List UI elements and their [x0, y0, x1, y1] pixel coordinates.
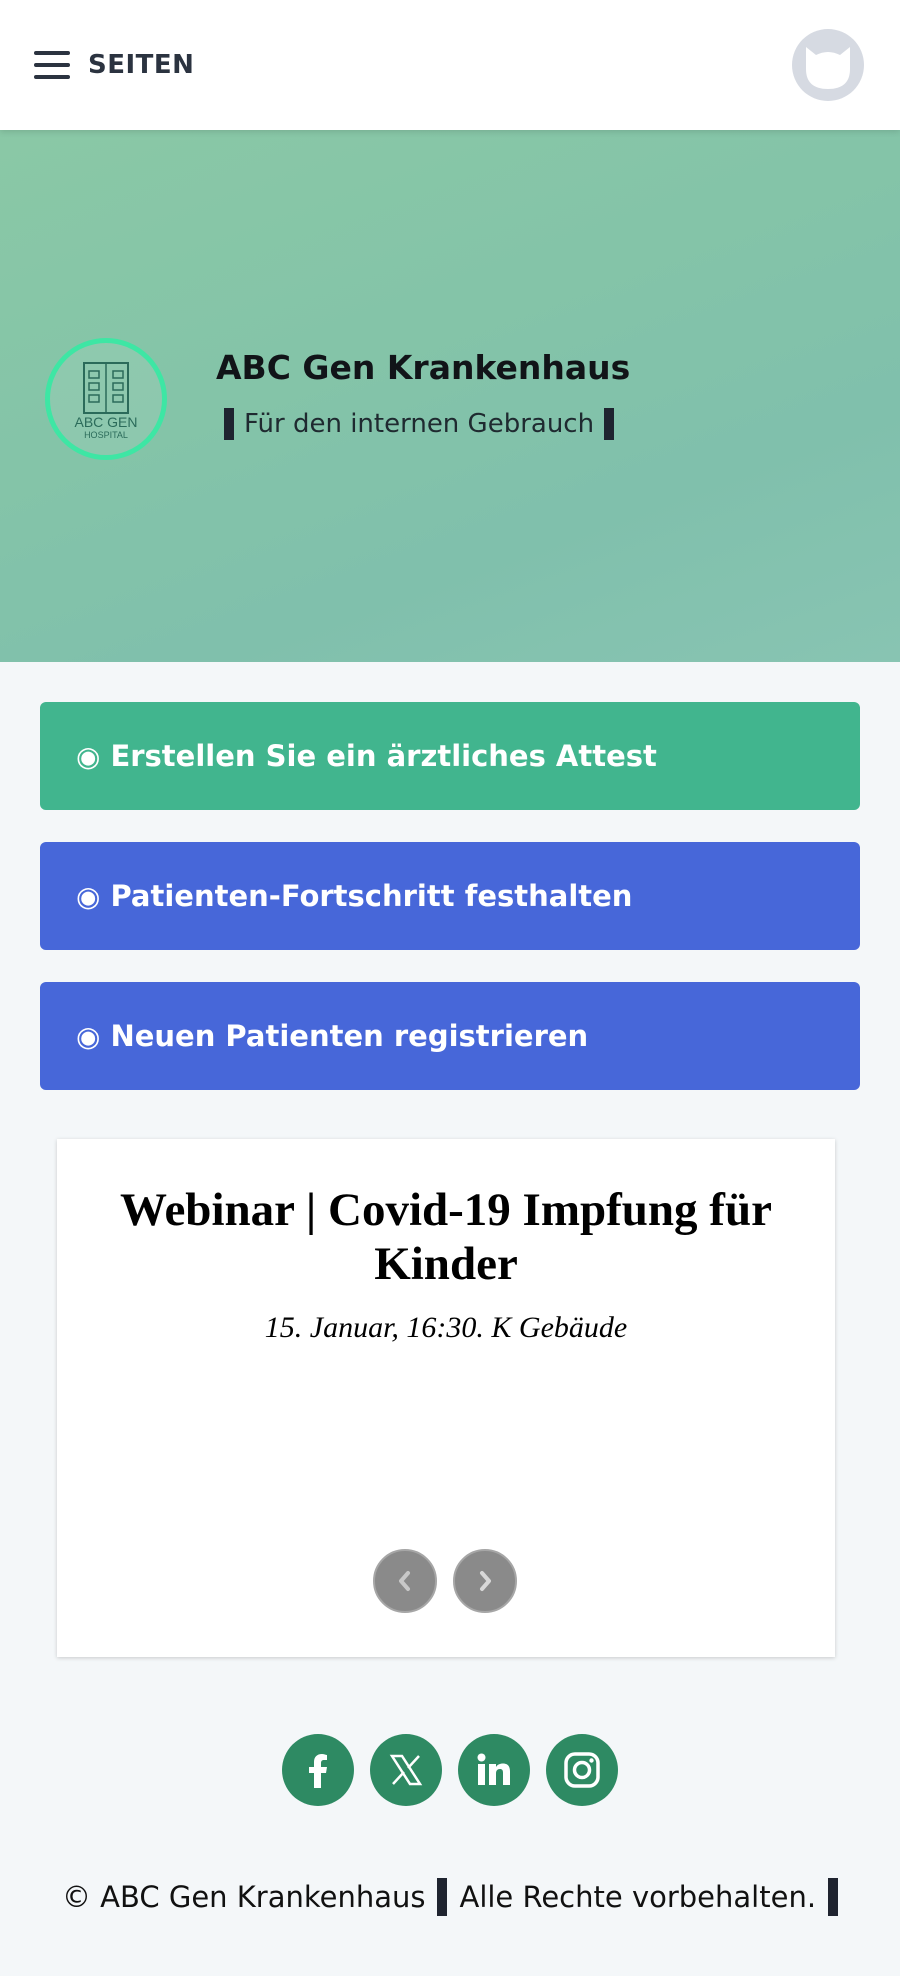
- create-certificate-label: Erstellen Sie ein ärztliches Attest: [110, 739, 657, 773]
- chevron-right-icon: [480, 1571, 491, 1591]
- create-certificate-button[interactable]: ◉ Erstellen Sie ein ärztliches Attest: [40, 702, 860, 810]
- hospital-building-icon: ABC GEN HOSPITAL: [74, 362, 138, 440]
- chevron-left-icon: [399, 1571, 410, 1591]
- footer-bar-right: [828, 1878, 839, 1916]
- instagram-link[interactable]: [546, 1734, 618, 1806]
- radio-dot-icon: ◉: [76, 879, 101, 913]
- facebook-link[interactable]: [282, 1734, 354, 1806]
- record-progress-label: Patienten-Fortschritt festhalten: [110, 879, 633, 913]
- radio-dot-icon: ◉: [76, 739, 101, 773]
- event-title: Webinar | Covid-19 Impfung für Kinder: [120, 1184, 772, 1290]
- hospital-title: ABC Gen Krankenhaus: [216, 348, 631, 387]
- hamburger-icon: [34, 51, 70, 79]
- linkedin-icon: [477, 1753, 510, 1785]
- facebook-icon: [309, 1754, 327, 1788]
- footer-copyright: © ABC Gen Krankenhaus: [61, 1880, 426, 1914]
- tagline-bar-left: [224, 408, 234, 440]
- logo-subtext: HOSPITAL: [84, 430, 128, 440]
- carousel-prev-button[interactable]: [373, 1549, 437, 1613]
- avatar[interactable]: [792, 29, 864, 101]
- carousel-next-button[interactable]: [453, 1549, 517, 1613]
- x-twitter-icon: [389, 1754, 423, 1786]
- tagline-bar-right: [604, 408, 615, 440]
- tagline-text: Für den internen Gebrauch: [244, 409, 595, 439]
- hospital-logo: ABC GEN HOSPITAL: [45, 338, 167, 460]
- avatar-icon: [806, 47, 850, 89]
- hero-banner: ABC GEN HOSPITAL ABC Gen Krankenhaus Für…: [0, 130, 900, 662]
- event-carousel: Webinar | Covid-19 Impfung für Kinder 15…: [57, 1139, 835, 1657]
- instagram-icon: [564, 1752, 600, 1788]
- footer-bar-left: [437, 1878, 448, 1916]
- x-link[interactable]: [370, 1734, 442, 1806]
- footer: © ABC Gen Krankenhaus Alle Rechte vorbeh…: [0, 1878, 900, 1916]
- event-subtitle: 15. Januar, 16:30. K Gebäude: [264, 1311, 628, 1344]
- footer-rights: Alle Rechte vorbehalten.: [459, 1880, 817, 1914]
- logo-text: ABC GEN: [74, 414, 137, 430]
- linkedin-link[interactable]: [458, 1734, 530, 1806]
- top-bar: SEITEN: [0, 0, 900, 130]
- hospital-tagline: Für den internen Gebrauch: [224, 408, 615, 440]
- radio-dot-icon: ◉: [76, 1019, 101, 1053]
- pages-menu-button[interactable]: SEITEN: [34, 50, 194, 80]
- record-progress-button[interactable]: ◉ Patienten-Fortschritt festhalten: [40, 842, 860, 950]
- register-patient-button[interactable]: ◉ Neuen Patienten registrieren: [40, 982, 860, 1090]
- register-patient-label: Neuen Patienten registrieren: [110, 1019, 589, 1053]
- pages-menu-label: SEITEN: [88, 50, 195, 80]
